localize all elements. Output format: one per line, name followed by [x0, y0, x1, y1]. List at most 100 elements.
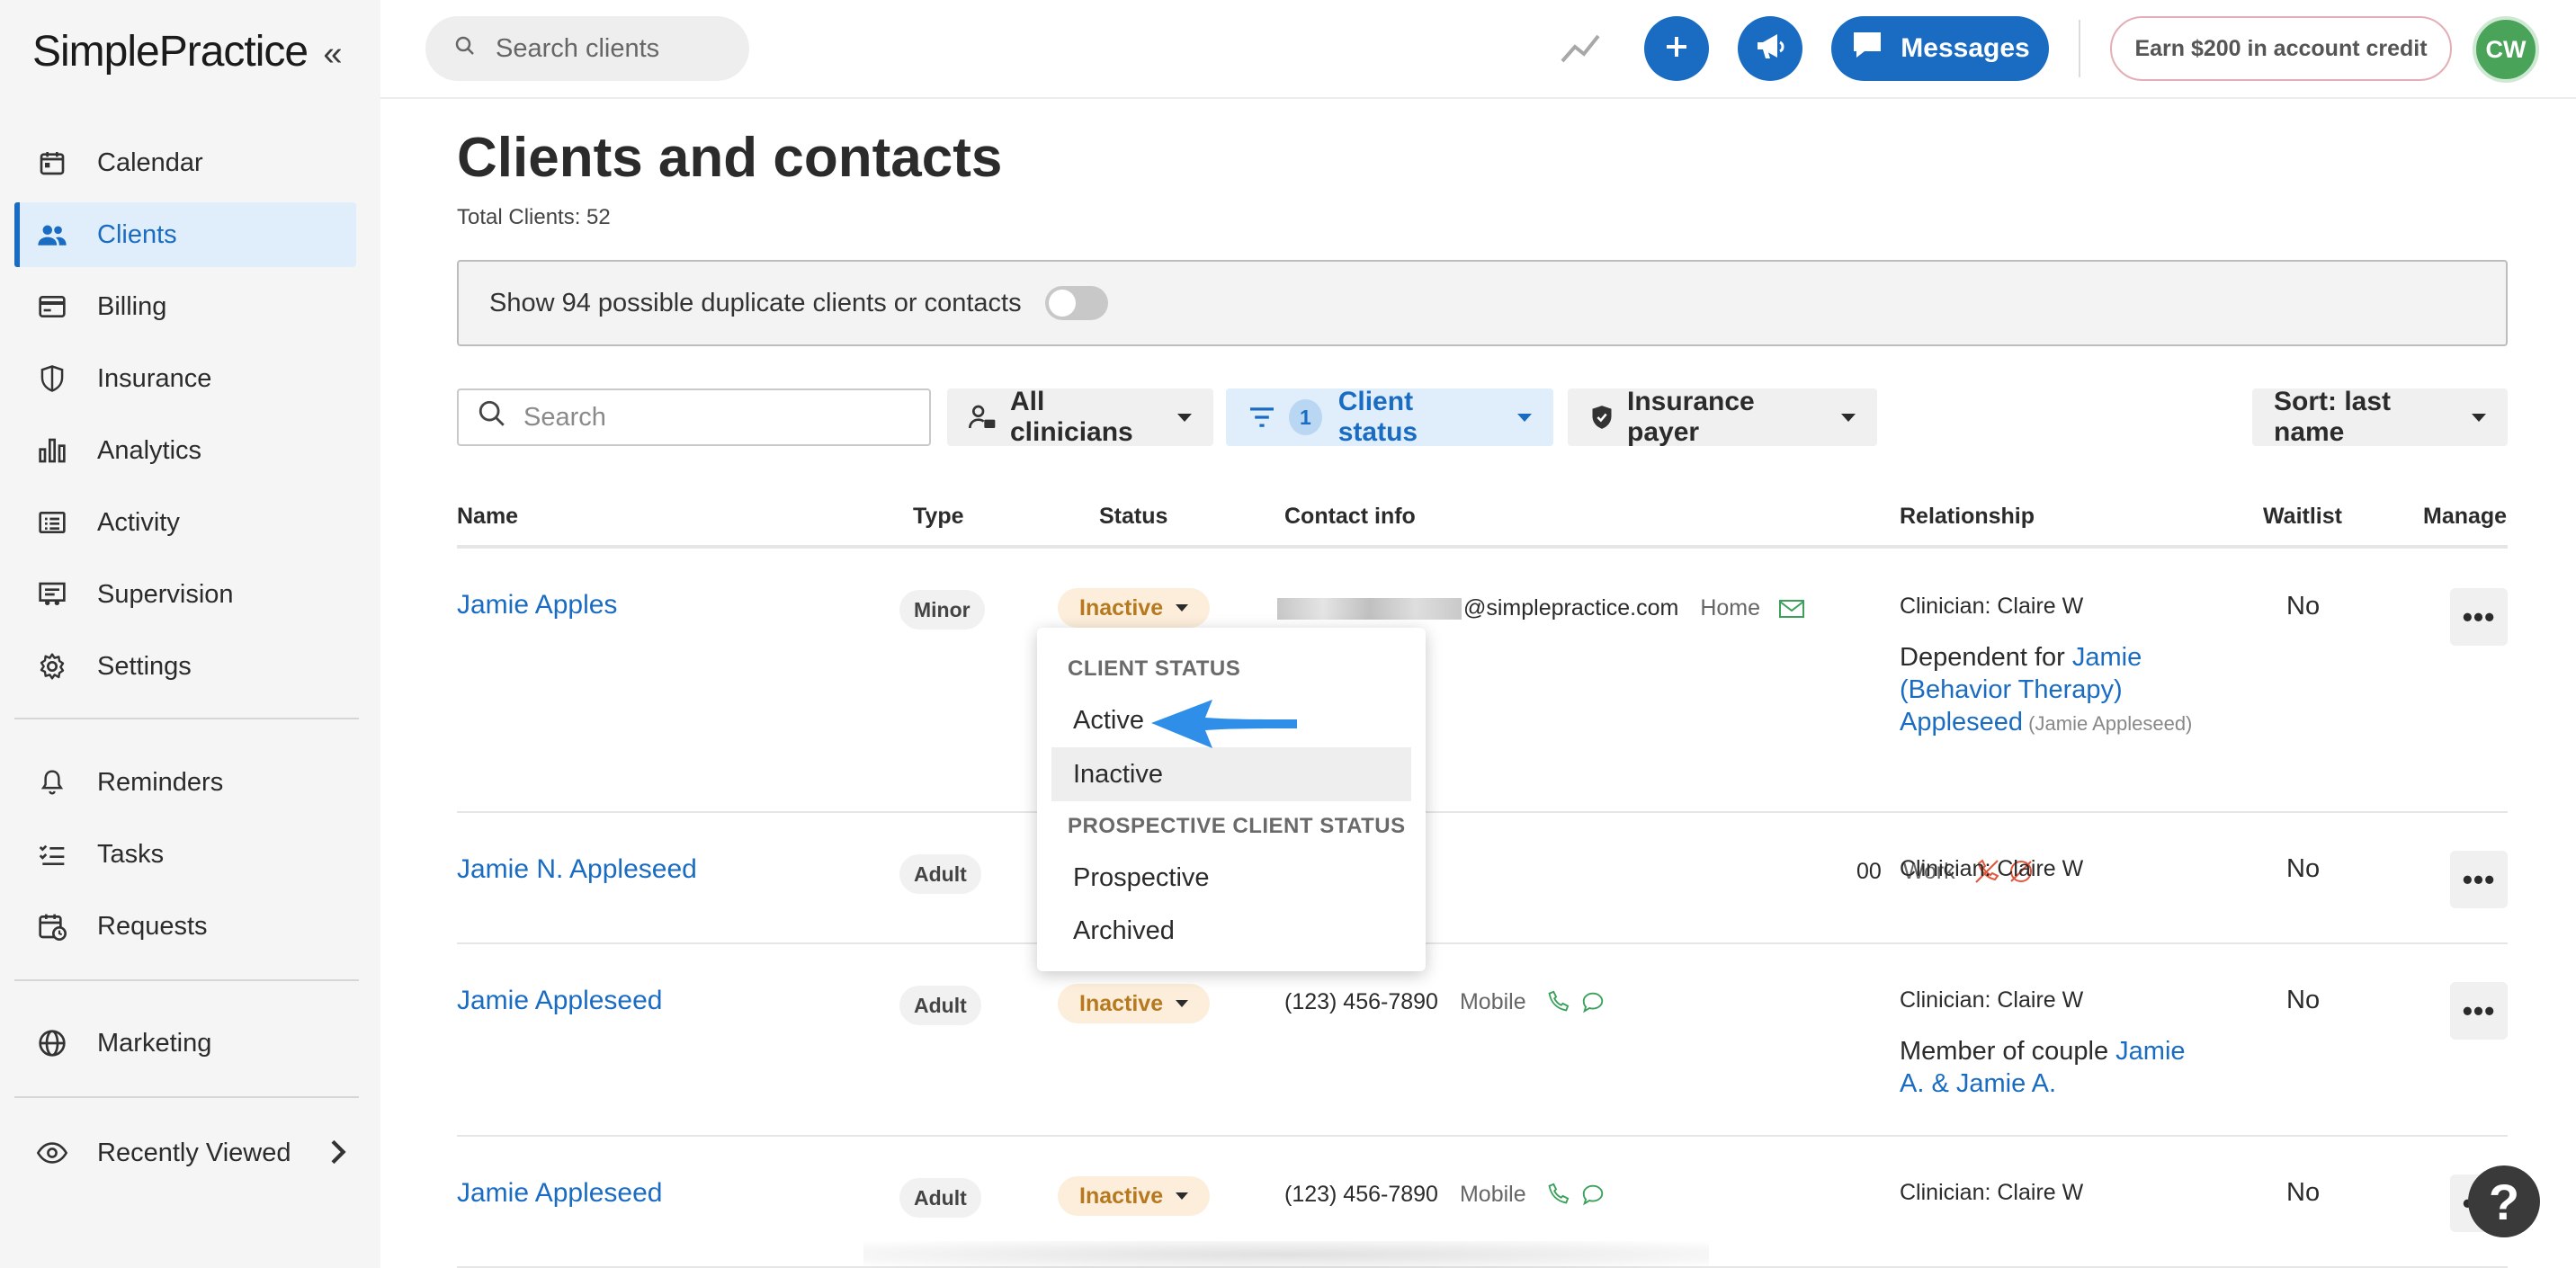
chevron-down-icon — [1177, 413, 1192, 422]
contact-value: (123) 456-7890 — [1284, 1182, 1438, 1207]
search-icon — [477, 398, 507, 436]
search-placeholder: Search — [523, 402, 606, 432]
add-button[interactable] — [1644, 16, 1709, 81]
total-clients: Total Clients: 52 — [457, 205, 611, 229]
client-name-link[interactable]: Jamie Appleseed — [457, 1178, 663, 1209]
chevron-down-icon — [1176, 1000, 1189, 1007]
phone-icon[interactable] — [1544, 990, 1570, 1015]
insurance-payer-filter[interactable]: Insurance payer — [1568, 387, 1877, 447]
status-label: Inactive — [1079, 594, 1164, 621]
sidebar-item-settings[interactable]: Settings — [14, 634, 356, 699]
clinicians-label: All clinicians — [1010, 387, 1133, 447]
sidebar-item-billing[interactable]: Billing — [14, 274, 356, 339]
sort-dropdown[interactable]: Sort: last name — [2252, 387, 2508, 447]
avatar[interactable]: CW — [2473, 16, 2539, 83]
relationship-text: Member of couple Jamie A. & Jamie A. — [1900, 1035, 2196, 1100]
sidebar-item-marketing[interactable]: Marketing — [14, 1011, 356, 1076]
chevron-down-icon — [1517, 413, 1532, 422]
client-status-dropdown: CLIENT STATUS Active Inactive PROSPECTIV… — [1037, 628, 1426, 971]
search-input[interactable]: Search — [457, 388, 931, 446]
clinician-text: Clinician: Claire W — [1900, 987, 2084, 1013]
relationship-cell: Clinician: Claire W — [1900, 856, 2196, 882]
contact-value: 00 — [1856, 858, 1882, 884]
plus-icon — [1663, 33, 1690, 65]
column-header-contact: Contact info — [1284, 504, 1416, 529]
messages-button[interactable]: Messages — [1831, 16, 2049, 81]
message-icon[interactable] — [1580, 1183, 1606, 1208]
requests-icon — [36, 910, 68, 942]
relationship-note: (Jamie Appleseed) — [2023, 712, 2193, 735]
client-name-link[interactable]: Jamie Appleseed — [457, 986, 663, 1016]
collapse-sidebar-icon[interactable]: « — [315, 36, 351, 72]
marketing-nav: Marketing — [14, 1011, 356, 1076]
status-badge[interactable]: Inactive — [1058, 588, 1211, 628]
contact-kind: Home — [1700, 595, 1761, 621]
manage-menu-button[interactable]: ••• — [2450, 982, 2508, 1040]
sidebar-item-label: Settings — [97, 651, 192, 681]
sidebar-item-supervision[interactable]: Supervision — [14, 562, 356, 627]
redacted-email-prefix — [1277, 597, 1462, 620]
sidebar-item-label: Recently Viewed — [97, 1138, 291, 1167]
relationship-prefix: Dependent for — [1900, 643, 2072, 672]
clinicians-filter[interactable]: All clinicians — [947, 387, 1213, 447]
relationship-prefix: Member of couple — [1900, 1037, 2116, 1066]
sidebar-item-label: Billing — [97, 291, 167, 321]
chat-icon — [1850, 30, 1884, 67]
column-header-waitlist: Waitlist — [2263, 504, 2342, 529]
sidebar-item-label: Clients — [97, 219, 177, 249]
sidebar-item-label: Supervision — [97, 579, 234, 609]
clinician-text: Clinician: Claire W — [1900, 856, 2084, 881]
client-status-filter[interactable]: 1 Client status — [1226, 387, 1553, 447]
phone-icon[interactable] — [1544, 1183, 1570, 1208]
status-label: Inactive — [1079, 1183, 1164, 1209]
announcements-button[interactable] — [1738, 16, 1802, 81]
status-badge[interactable]: Inactive — [1058, 984, 1211, 1023]
relationship-text: Dependent for Jamie (Behavior Therapy) A… — [1900, 641, 2196, 740]
sidebar: SimplePractice « Calendar Clients Billin… — [0, 0, 380, 1268]
sidebar-item-recently-viewed[interactable]: Recently Viewed — [14, 1121, 356, 1185]
status-badge[interactable]: Inactive — [1058, 1176, 1211, 1216]
status-option-archived[interactable]: Archived — [1051, 904, 1411, 958]
contact-info: (123) 456-7890 Mobile — [1284, 989, 1606, 1015]
billing-icon — [36, 290, 68, 323]
status-label: Inactive — [1079, 990, 1164, 1016]
sidebar-item-calendar[interactable]: Calendar — [14, 130, 356, 195]
sidebar-item-tasks[interactable]: Tasks — [14, 822, 356, 887]
type-badge: Adult — [899, 1178, 981, 1218]
sidebar-item-reminders[interactable]: Reminders — [14, 750, 356, 815]
contact-kind: Mobile — [1459, 1182, 1526, 1207]
chevron-down-icon — [1176, 604, 1189, 612]
duplicates-banner: Show 94 possible duplicate clients or co… — [457, 260, 2508, 346]
sidebar-item-requests[interactable]: Requests — [14, 894, 356, 959]
shield-check-icon — [1589, 403, 1614, 432]
column-header-name[interactable]: Name — [457, 504, 518, 530]
sidebar-item-activity[interactable]: Activity — [14, 490, 356, 555]
trend-icon[interactable] — [1561, 31, 1600, 71]
chevron-down-icon — [1841, 413, 1856, 422]
message-icon[interactable] — [1580, 990, 1606, 1015]
search-clients-input[interactable]: Search clients — [425, 16, 749, 81]
help-button[interactable]: ? — [2468, 1165, 2540, 1237]
manage-menu-button[interactable]: ••• — [2450, 851, 2508, 908]
duplicates-toggle[interactable] — [1044, 286, 1108, 320]
sidebar-item-insurance[interactable]: Insurance — [14, 346, 356, 411]
sidebar-item-analytics[interactable]: Analytics — [14, 418, 356, 483]
sidebar-divider — [14, 1096, 359, 1098]
messages-label: Messages — [1901, 33, 2030, 63]
scroll-shadow — [863, 1241, 1709, 1268]
email-icon[interactable] — [1778, 598, 1805, 620]
page-title: Clients and contacts — [457, 127, 1003, 189]
manage-menu-button[interactable]: ••• — [2450, 588, 2508, 646]
client-name-link[interactable]: Jamie N. Appleseed — [457, 854, 697, 885]
earn-credit-button[interactable]: Earn $200 in account credit — [2110, 16, 2452, 81]
gear-icon — [36, 650, 68, 683]
duplicates-text: Show 94 possible duplicate clients or co… — [489, 288, 1022, 317]
status-option-prospective[interactable]: Prospective — [1051, 851, 1411, 905]
sidebar-item-label: Insurance — [97, 363, 212, 393]
sidebar-item-label: Tasks — [97, 839, 165, 869]
client-name-link[interactable]: Jamie Apples — [457, 590, 617, 621]
waitlist-value: No — [2286, 986, 2321, 1014]
table-row: Jamie N. Appleseed Adult 00 Work Clinici… — [457, 813, 2508, 944]
contact-kind: Mobile — [1459, 989, 1526, 1014]
sidebar-item-clients[interactable]: Clients — [14, 202, 356, 267]
